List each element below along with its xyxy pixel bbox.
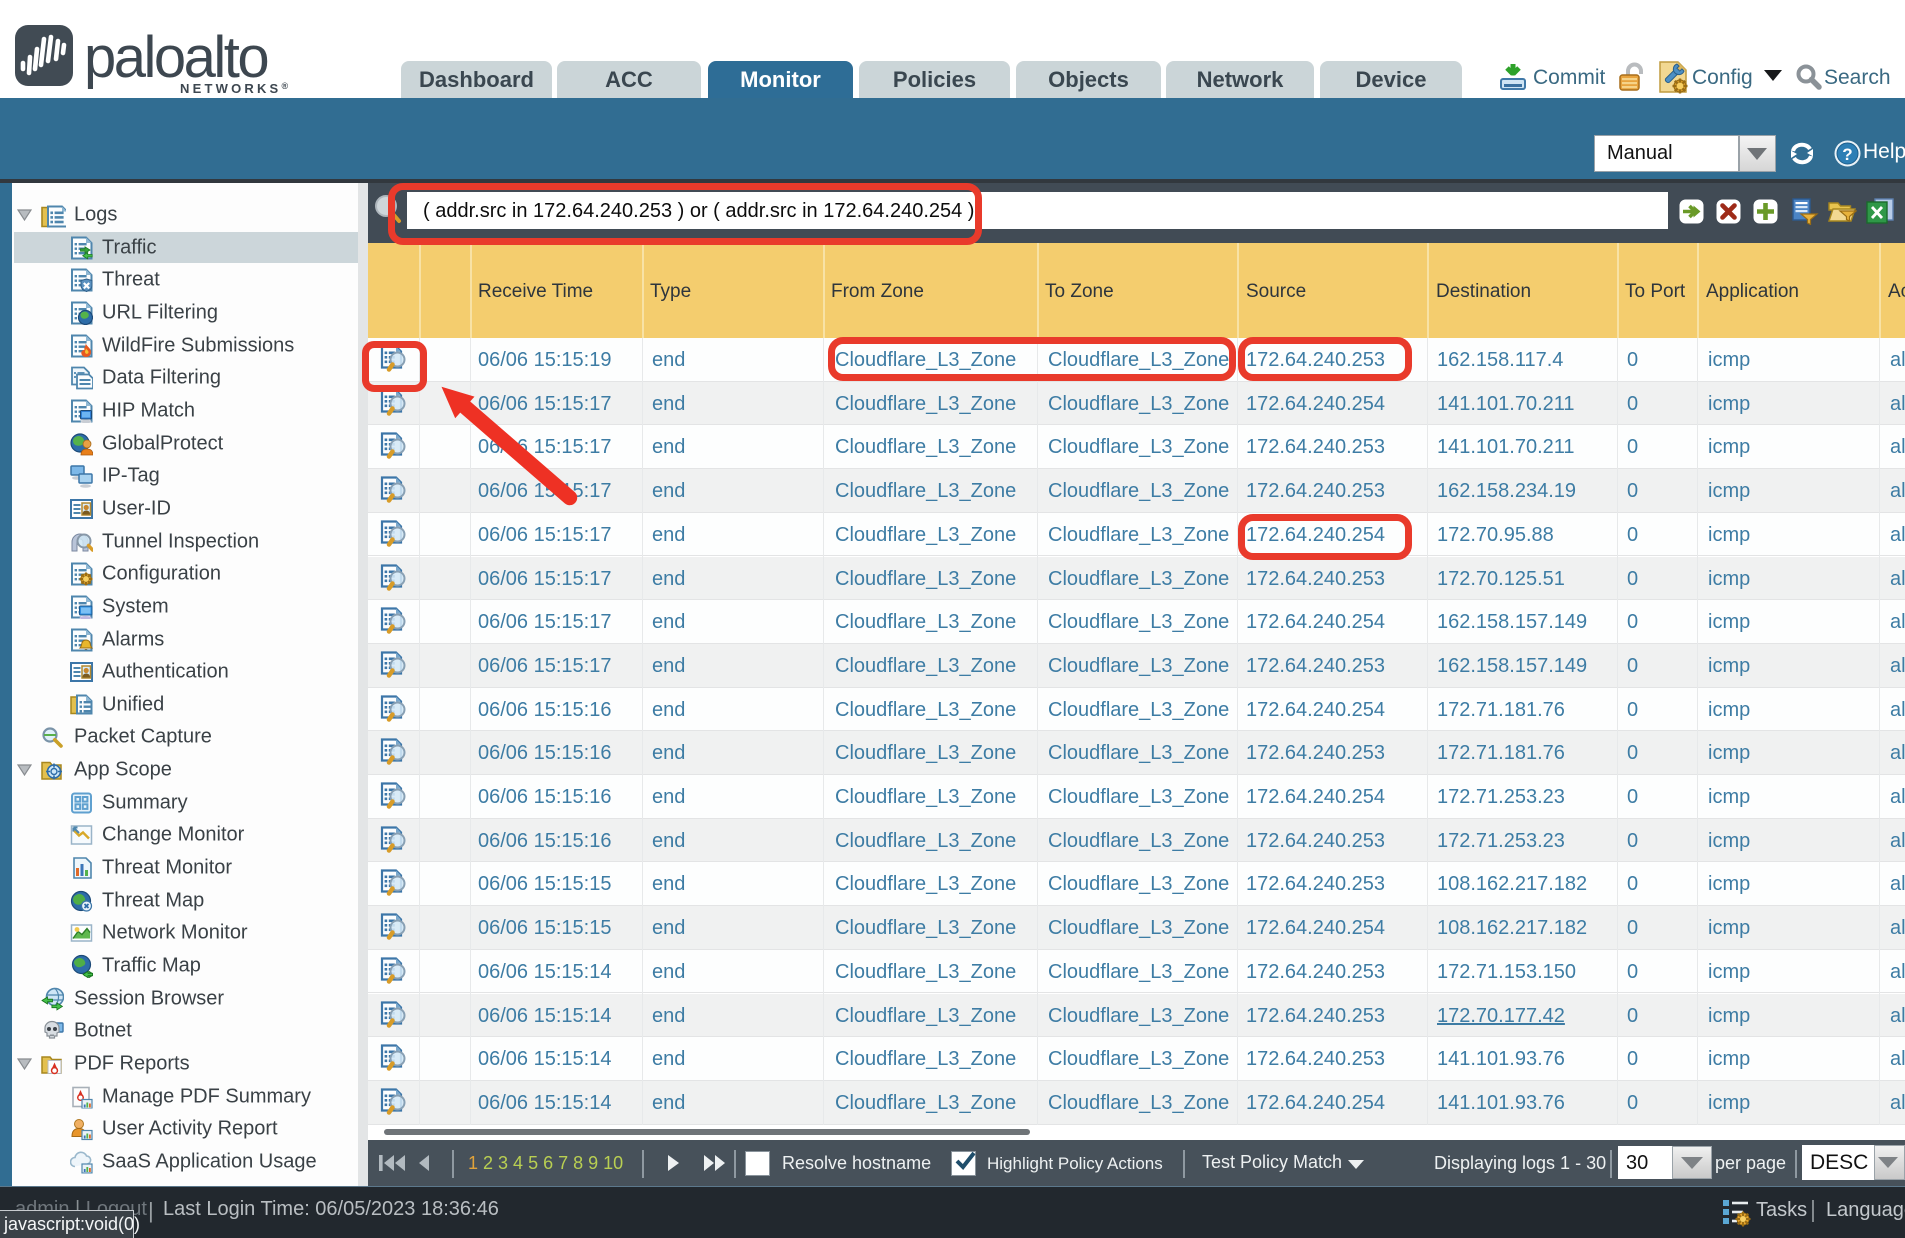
svg-text:?: ? (1842, 145, 1852, 164)
